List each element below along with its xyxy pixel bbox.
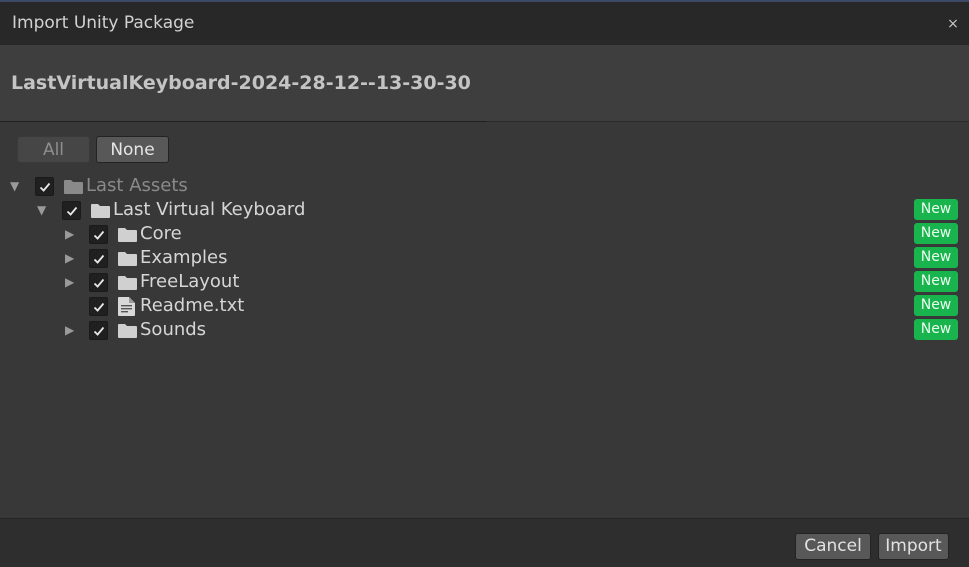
tree-item-label: Last Virtual Keyboard: [113, 199, 306, 220]
tree-item-label: Readme.txt: [140, 295, 245, 316]
folder-icon: [118, 324, 137, 338]
folder-icon: [118, 252, 137, 266]
tree-row[interactable]: ▶ FreeLayout New: [0, 270, 969, 294]
import-package-window: Import Unity Package × LastVirtualKeyboa…: [0, 0, 969, 567]
package-header: LastVirtualKeyboard-2024-28-12--13-30-30: [0, 45, 969, 122]
folder-icon: [64, 180, 83, 194]
tree-row[interactable]: ▼ Last Virtual Keyboard New: [0, 198, 969, 222]
tree-item-label: Core: [140, 223, 182, 244]
asset-tree: ▼ Last Assets ▼ Last Virtual Keyboard Ne…: [0, 174, 969, 518]
new-badge: New: [914, 271, 958, 292]
tree-item-label: Sounds: [140, 319, 207, 340]
new-badge: New: [914, 223, 958, 244]
checkbox-checked[interactable]: [62, 201, 81, 220]
tree-item-label: Examples: [140, 247, 228, 268]
title-bar[interactable]: Import Unity Package ×: [0, 2, 969, 45]
tree-item-label: Last Assets: [86, 175, 188, 196]
checkbox-checked[interactable]: [89, 249, 108, 268]
dialog-footer: Cancel Import: [0, 518, 969, 567]
checkbox-checked[interactable]: [89, 273, 108, 292]
foldout-collapsed-icon[interactable]: ▶: [65, 275, 77, 289]
tree-row[interactable]: ▶ Core New: [0, 222, 969, 246]
tree-row[interactable]: Readme.txt New: [0, 294, 969, 318]
foldout-collapsed-icon[interactable]: ▶: [65, 323, 77, 337]
new-badge: New: [914, 199, 958, 220]
cancel-button[interactable]: Cancel: [795, 533, 871, 560]
new-badge: New: [914, 295, 958, 316]
foldout-expanded-icon[interactable]: ▼: [37, 203, 49, 217]
select-all-button[interactable]: All: [17, 136, 90, 163]
import-button[interactable]: Import: [878, 533, 949, 560]
foldout-collapsed-icon[interactable]: ▶: [65, 251, 77, 265]
header-divider-accent: [0, 121, 486, 122]
tree-row[interactable]: ▶ Examples New: [0, 246, 969, 270]
package-name: LastVirtualKeyboard-2024-28-12--13-30-30: [11, 72, 471, 94]
tree-item-label: FreeLayout: [140, 271, 240, 292]
window-title: Import Unity Package: [12, 13, 195, 33]
checkbox-checked[interactable]: [89, 225, 108, 244]
checkbox-checked[interactable]: [35, 177, 54, 196]
foldout-expanded-icon[interactable]: ▼: [10, 179, 22, 193]
foldout-collapsed-icon[interactable]: ▶: [65, 227, 77, 241]
new-badge: New: [914, 319, 958, 340]
folder-icon: [91, 204, 110, 218]
checkbox-checked[interactable]: [89, 321, 108, 340]
folder-icon: [118, 228, 137, 242]
new-badge: New: [914, 247, 958, 268]
tree-row[interactable]: ▶ Sounds New: [0, 318, 969, 342]
close-icon[interactable]: ×: [946, 16, 960, 32]
checkbox-checked[interactable]: [89, 297, 108, 316]
select-none-button[interactable]: None: [96, 136, 169, 163]
text-file-icon: [118, 297, 135, 316]
tree-row[interactable]: ▼ Last Assets: [0, 174, 969, 198]
folder-icon: [118, 276, 137, 290]
